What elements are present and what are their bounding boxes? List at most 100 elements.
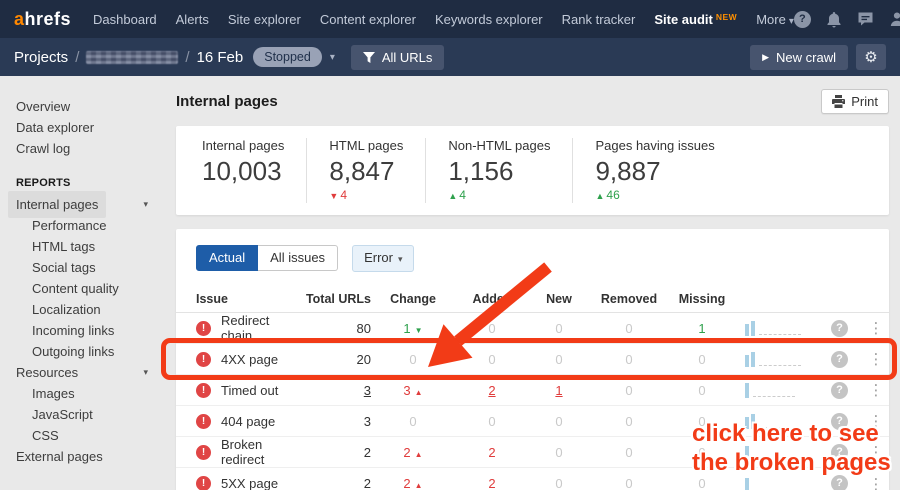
sidebar-item-overview[interactable]: Overview [0, 96, 160, 117]
sidebar-item-content-quality[interactable]: Content quality [0, 278, 160, 299]
sparkline-baseline [759, 427, 801, 428]
bell-icon[interactable] [826, 11, 842, 28]
table-row[interactable]: ! 404 page 3 0 0 0 0 0 ? ⋮ [176, 406, 889, 437]
ahrefs-logo[interactable]: ahrefs [14, 9, 71, 30]
top-navbar: ahrefs Dashboard Alerts Site explorer Co… [0, 0, 900, 38]
sidebar-item-external-pages[interactable]: External pages [0, 446, 160, 467]
row-menu-icon[interactable]: ⋮ [863, 350, 889, 368]
triangle-up-icon: ▲ [414, 449, 423, 459]
issue-label[interactable]: 4XX page [221, 352, 278, 367]
stat-non-html-pages: Non-HTML pages 1,156 ▲ 4 [425, 138, 572, 203]
nav-content-explorer[interactable]: Content explorer [320, 12, 416, 27]
sparkline [735, 444, 831, 460]
sidebar-item-outgoing-links[interactable]: Outgoing links [0, 341, 160, 362]
nav-keywords-explorer[interactable]: Keywords explorer [435, 12, 543, 27]
help-icon[interactable]: ? [831, 350, 848, 368]
sparkline [735, 476, 831, 490]
tab-all-issues[interactable]: All issues [258, 245, 339, 271]
settings-button[interactable]: ⚙ [856, 44, 886, 70]
status-badge[interactable]: Stopped [253, 47, 322, 67]
missing-cell: 0 [698, 351, 706, 367]
sidebar-item-crawl-log[interactable]: Crawl log [0, 138, 160, 159]
table-row[interactable]: ! 4XX page 20 0 0 0 0 0 ? ⋮ [161, 262, 897, 380]
help-icon[interactable]: ? [793, 10, 811, 28]
all-urls-filter-button[interactable]: All URLs [350, 44, 445, 70]
nav-dashboard[interactable]: Dashboard [93, 12, 157, 27]
change-cell: 2 ▲ [403, 444, 423, 460]
new-cell: 0 [555, 351, 563, 367]
triangle-down-icon: ▼ [329, 191, 339, 201]
error-filter-dropdown[interactable]: Error ▾ [352, 244, 415, 272]
sidebar-item-javascript[interactable]: JavaScript [0, 404, 160, 425]
sidebar-item-internal-pages[interactable]: Internal pages ▾ [0, 190, 160, 218]
sidebar-item-html-tags[interactable]: HTML tags [0, 236, 160, 257]
tab-actual[interactable]: Actual [196, 245, 259, 271]
row-menu-icon[interactable]: ⋮ [863, 319, 889, 337]
column-header-new[interactable]: New [529, 292, 589, 306]
user-icon[interactable] [889, 11, 900, 27]
breadcrumb-separator: / [75, 48, 80, 66]
new-cell: 0 [555, 444, 563, 460]
nav-site-audit[interactable]: Site audit NEW [654, 12, 737, 27]
sidebar-item-css[interactable]: CSS [0, 425, 160, 446]
help-icon[interactable]: ? [831, 319, 848, 337]
issue-label[interactable]: 5XX page [221, 476, 278, 490]
column-header-removed[interactable]: Removed [589, 292, 669, 306]
help-icon[interactable]: ? [831, 412, 848, 430]
stat-html-pages: HTML pages 8,847 ▼ 4 [306, 138, 425, 203]
crawl-select-caret-icon[interactable]: ▾ [330, 52, 335, 63]
report-sidebar: Overview Data explorer Crawl log REPORTS… [0, 76, 160, 490]
stat-pages-having-issues: Pages having issues 9,887 ▲ 46 [572, 138, 736, 203]
help-icon[interactable]: ? [831, 475, 848, 490]
total-urls-cell: 3 [363, 382, 371, 398]
row-menu-icon[interactable]: ⋮ [863, 412, 889, 430]
column-header-missing[interactable]: Missing [669, 292, 735, 306]
chevron-down-icon[interactable]: ▾ [143, 194, 148, 215]
sidebar-item-social-tags[interactable]: Social tags [0, 257, 160, 278]
help-icon[interactable]: ? [831, 443, 848, 461]
new-crawl-button[interactable]: ▶ New crawl [750, 44, 848, 70]
column-header-added[interactable]: Added [455, 292, 529, 306]
nav-rank-tracker[interactable]: Rank tracker [562, 12, 636, 27]
printer-icon [832, 94, 846, 108]
chat-icon[interactable] [857, 11, 874, 27]
nav-site-explorer[interactable]: Site explorer [228, 12, 301, 27]
error-icon: ! [196, 444, 211, 460]
nav-alerts[interactable]: Alerts [176, 12, 209, 27]
sidebar-item-images[interactable]: Images [0, 383, 160, 404]
issue-label[interactable]: 404 page [221, 414, 275, 429]
breadcrumb-projects[interactable]: Projects [14, 49, 68, 66]
stat-delta: ▲ 46 [595, 188, 620, 202]
row-menu-icon[interactable]: ⋮ [863, 475, 889, 490]
nav-more[interactable]: More ▾ [756, 12, 794, 27]
column-header-total-urls[interactable]: Total URLs [299, 292, 371, 306]
row-menu-icon[interactable]: ⋮ [863, 443, 889, 461]
issue-label[interactable]: Redirect chain [221, 313, 299, 343]
row-menu-icon[interactable]: ⋮ [863, 381, 889, 399]
issue-label[interactable]: Timed out [221, 383, 278, 398]
help-icon[interactable]: ? [831, 381, 848, 399]
sidebar-item-data-explorer[interactable]: Data explorer [0, 117, 160, 138]
print-button[interactable]: Print [821, 88, 889, 114]
project-name-redacted[interactable] [86, 50, 179, 64]
column-header-issue[interactable]: Issue [176, 292, 299, 306]
table-row[interactable]: ! Broken redirect 2 2 ▲ 2 0 0 0 ? ⋮ [176, 437, 889, 468]
page-title: Internal pages [176, 92, 278, 110]
table-row[interactable]: ! Timed out 3 3 ▲ 2 1 0 0 ? ⋮ [176, 375, 889, 406]
missing-cell: 0 [698, 444, 706, 460]
table-row[interactable]: ! 5XX page 2 2 ▲ 2 0 0 0 ? ⋮ [176, 468, 889, 490]
added-cell: 2 [488, 444, 496, 460]
column-header-change[interactable]: Change [371, 292, 455, 306]
sidebar-item-localization[interactable]: Localization [0, 299, 160, 320]
table-row[interactable]: ! Redirect chain 80 1 ▼ 0 0 0 1 ? ⋮ [176, 313, 889, 344]
change-cell: 2 ▲ [403, 476, 423, 490]
added-cell: 2 [488, 382, 496, 398]
sidebar-item-performance[interactable]: Performance [0, 215, 160, 236]
sidebar-item-resources[interactable]: Resources ▾ [0, 362, 160, 383]
view-tabs: Actual All issues [196, 245, 339, 271]
issue-label[interactable]: Broken redirect [221, 437, 299, 467]
chevron-down-icon[interactable]: ▾ [143, 362, 148, 383]
total-urls-cell: 80 [356, 320, 371, 336]
sidebar-item-incoming-links[interactable]: Incoming links [0, 320, 160, 341]
stat-value: 9,887 [595, 156, 661, 186]
